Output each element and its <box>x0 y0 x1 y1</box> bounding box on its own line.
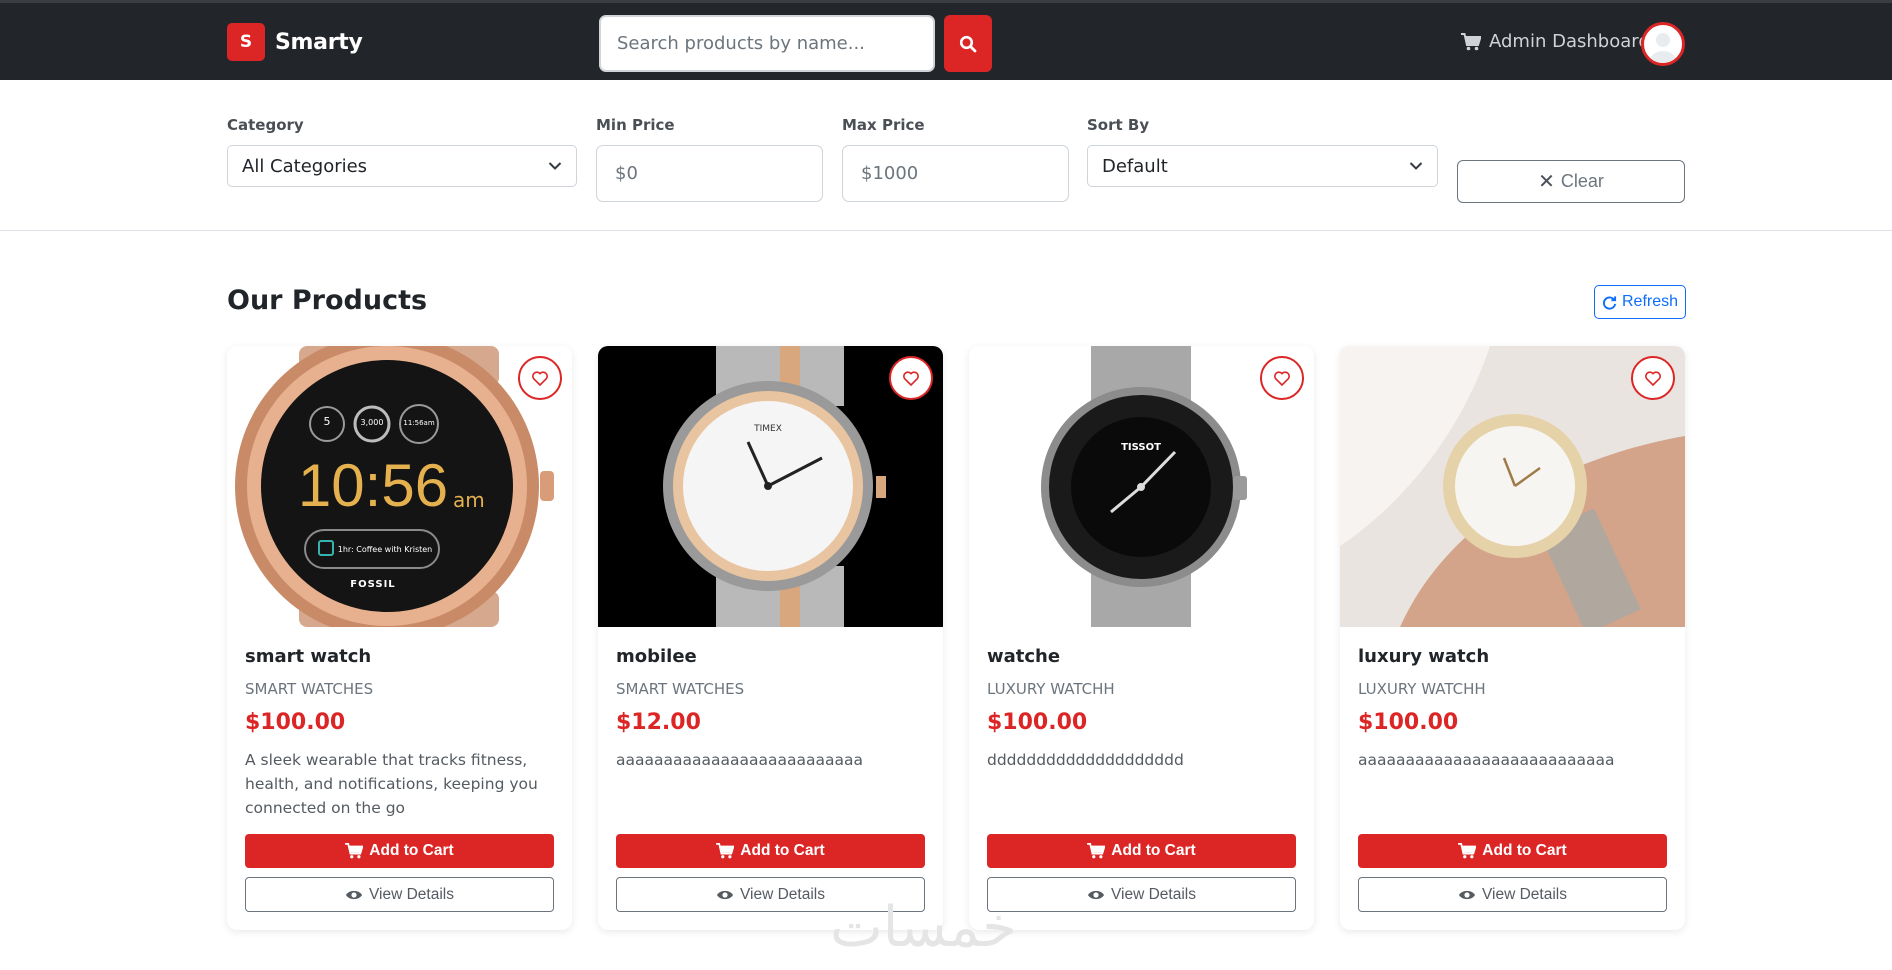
watch-brand: TIMEX <box>753 424 782 434</box>
eye-icon <box>345 890 362 899</box>
add-to-cart-button[interactable]: Add to Cart <box>987 834 1296 868</box>
watch-stat-1: 5 <box>324 415 331 428</box>
cart-icon <box>1458 843 1477 859</box>
sort-by-label: Sort By <box>1087 116 1150 134</box>
product-category: LUXURY WATCHH <box>1358 680 1486 698</box>
max-price-input[interactable] <box>842 145 1069 202</box>
watch-brand: TISSOT <box>1121 442 1161 453</box>
category-label: Category <box>227 116 304 134</box>
favorite-button[interactable] <box>518 356 562 400</box>
product-price: $100.00 <box>1358 710 1459 735</box>
product-card: TISSOT watche LUXURY WATCHH $100.00 dddd… <box>969 346 1314 930</box>
product-description: aaaaaaaaaaaaaaaaaaaaaaaaaaa <box>1358 751 1615 769</box>
product-price: $100.00 <box>987 710 1088 735</box>
heart-icon <box>532 370 548 386</box>
max-price-label: Max Price <box>842 116 925 134</box>
favorite-button[interactable] <box>1260 356 1304 400</box>
favorite-button[interactable] <box>1631 356 1675 400</box>
watch-stat-2: 3,000 <box>361 418 384 427</box>
cart-icon <box>716 843 735 859</box>
view-details-button[interactable]: View Details <box>1358 877 1667 912</box>
product-name[interactable]: watche <box>987 646 1060 667</box>
sort-select[interactable]: Default <box>1087 145 1438 187</box>
product-description: dddddddddddddddddddd <box>987 751 1184 769</box>
watch-brand: FOSSIL <box>350 579 395 590</box>
category-select[interactable]: All Categories <box>227 145 577 187</box>
product-category: LUXURY WATCHH <box>987 680 1115 698</box>
search-icon <box>959 35 977 52</box>
watch-time: 10:56 <box>298 452 448 519</box>
brand-name: Smarty <box>275 29 363 55</box>
watch-stat-3: 11:56am <box>403 419 434 427</box>
product-card: luxury watch LUXURY WATCHH $100.00 aaaaa… <box>1340 346 1685 930</box>
eye-icon <box>1458 890 1475 899</box>
view-details-button[interactable]: View Details <box>245 877 554 912</box>
product-name[interactable]: smart watch <box>245 646 371 667</box>
view-details-button[interactable]: View Details <box>987 877 1296 912</box>
chevron-down-icon <box>548 162 562 170</box>
add-to-cart-button[interactable]: Add to Cart <box>245 834 554 868</box>
product-name[interactable]: luxury watch <box>1358 646 1489 667</box>
user-avatar[interactable] <box>1641 22 1685 66</box>
add-to-cart-button[interactable]: Add to Cart <box>1358 834 1667 868</box>
view-details-label: View Details <box>368 885 454 903</box>
cart-icon <box>1087 843 1106 859</box>
admin-dashboard-link[interactable]: Admin Dashboard <box>1461 31 1650 52</box>
cart-icon <box>1461 32 1481 50</box>
heart-icon <box>903 370 919 386</box>
eye-icon <box>1087 890 1104 899</box>
product-image[interactable]: TIMEX <box>598 346 943 627</box>
product-image[interactable] <box>1340 346 1685 627</box>
min-price-label: Min Price <box>596 116 675 134</box>
view-details-label: View Details <box>1481 885 1567 903</box>
heart-icon <box>1645 370 1661 386</box>
favorite-button[interactable] <box>889 356 933 400</box>
close-icon: ✕ <box>1538 171 1555 193</box>
product-name[interactable]: mobilee <box>616 646 697 667</box>
search-button[interactable] <box>944 15 992 72</box>
add-to-cart-label: Add to Cart <box>740 842 825 859</box>
product-image[interactable]: TISSOT <box>969 346 1314 627</box>
chevron-down-icon <box>1409 162 1423 170</box>
top-navbar: S Smarty Admin Dashboard <box>0 0 1892 80</box>
product-image[interactable]: 5 3,000 11:56am 10:56 am 1hr: Coffee wit… <box>227 346 572 627</box>
clear-label: Clear <box>1560 171 1604 191</box>
refresh-label: Refresh <box>1621 293 1679 310</box>
refresh-icon <box>1603 295 1617 310</box>
product-description: A sleek wearable that tracks fitness, he… <box>245 751 538 817</box>
cart-icon <box>345 843 364 859</box>
user-icon <box>1650 33 1676 63</box>
filter-bar: Category All Categories Min Price Max Pr… <box>0 80 1892 231</box>
add-to-cart-label: Add to Cart <box>369 842 454 859</box>
admin-dashboard-label: Admin Dashboard <box>1489 31 1650 52</box>
refresh-button[interactable]: Refresh <box>1594 285 1686 319</box>
min-price-input[interactable] <box>596 145 823 202</box>
watermark: خمسات <box>830 895 1017 960</box>
sort-value: Default <box>1102 155 1168 177</box>
watch-event: 1hr: Coffee with Kristen <box>338 545 433 554</box>
add-to-cart-button[interactable]: Add to Cart <box>616 834 925 868</box>
brand-logo[interactable]: S Smarty <box>227 23 363 61</box>
product-category: SMART WATCHES <box>616 680 745 698</box>
product-card: 5 3,000 11:56am 10:56 am 1hr: Coffee wit… <box>227 346 572 930</box>
watch-ampm: am <box>453 488 485 512</box>
eye-icon <box>716 890 733 899</box>
product-category: SMART WATCHES <box>245 680 374 698</box>
product-price: $12.00 <box>616 710 701 735</box>
view-details-label: View Details <box>739 885 825 903</box>
add-to-cart-label: Add to Cart <box>1482 842 1567 859</box>
product-price: $100.00 <box>245 710 346 735</box>
heart-icon <box>1274 370 1290 386</box>
view-details-label: View Details <box>1110 885 1196 903</box>
page-title: Our Products <box>227 285 428 316</box>
brand-badge: S <box>227 23 265 61</box>
search-input[interactable] <box>599 15 935 72</box>
product-description: aaaaaaaaaaaaaaaaaaaaaaaaaa <box>616 751 863 769</box>
product-card: TIMEX mobilee SMART WATCHES $12.00 aaaaa… <box>598 346 943 930</box>
add-to-cart-label: Add to Cart <box>1111 842 1196 859</box>
clear-filters-button[interactable]: ✕ Clear <box>1457 160 1685 203</box>
category-value: All Categories <box>242 155 368 177</box>
